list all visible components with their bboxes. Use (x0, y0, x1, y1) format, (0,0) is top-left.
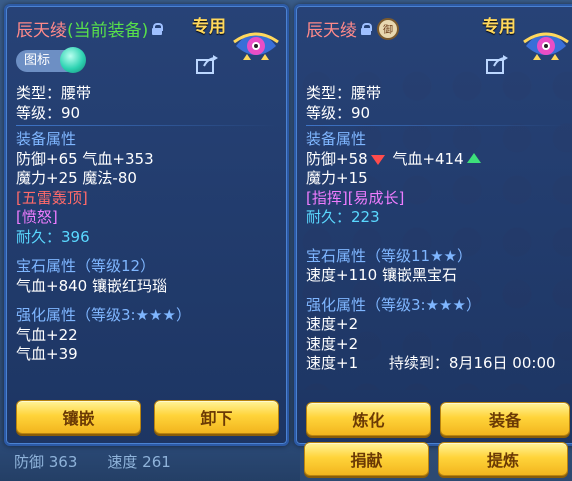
gem-line: 气血+840 镶嵌红玛瑙 (16, 276, 167, 295)
seal-icon: 御 (377, 17, 399, 40)
refine-button[interactable]: 炼化 (306, 402, 431, 436)
icon-toggle-label: 图标 (24, 53, 51, 68)
divider (306, 125, 567, 126)
item-details: 类型：腰带 等级：90 装备属性 防御+58 气血+414 魔力+15 [指挥]… (306, 84, 567, 374)
special-effect: [愤怒] (16, 208, 58, 226)
special-skill: [五雷轰顶] (16, 188, 88, 207)
attr-line-2: 魔力+15 (306, 169, 368, 187)
divider (16, 125, 277, 126)
inlay-button[interactable]: 镶嵌 (16, 400, 141, 434)
item-title: 辰天绫 (当前装备) (16, 16, 164, 41)
bg-stat-left: 防御 363 (14, 452, 78, 471)
special-effect: [指挥][易成长] (306, 188, 405, 207)
special-tag: 专用 (482, 17, 516, 37)
mascot-icon (523, 32, 569, 60)
enhance-title: 强化属性（等级3:★★★） (306, 295, 481, 314)
gem-title: 宝石属性（等级11★★） (306, 246, 472, 265)
durability: 耐久：396 (16, 227, 90, 246)
enhance-line-2: 气血+39 (16, 345, 78, 363)
extract-button[interactable]: 提炼 (438, 442, 568, 476)
lock-icon (152, 22, 164, 35)
defense-value: 防御+58 (306, 149, 368, 168)
attr-title: 装备属性 (306, 130, 367, 148)
enhance-duration: 持续到：8月16日 00:00 (388, 354, 556, 372)
share-icon[interactable] (486, 54, 510, 74)
gem-line: 速度+110 镶嵌黑宝石 (306, 266, 457, 284)
enhance-line-1: 气血+22 (16, 325, 78, 344)
enhance-line-1: 速度+2 (306, 315, 359, 333)
gem-title: 宝石属性（等级12） (16, 257, 156, 275)
icon-toggle[interactable]: 图标 (16, 47, 87, 73)
unequip-button[interactable]: 卸下 (154, 400, 279, 434)
lock-icon (361, 22, 372, 35)
enhance-title: 强化属性（等级3:★★★） (16, 306, 191, 324)
background-stat-bar: 防御 363 速度 261 (0, 441, 300, 481)
equipped-item-panel: 辰天绫 (当前装备) 专用 图标 类型：腰带 等级：90 装备属性 防御+65 … (4, 4, 289, 446)
attr-line-1: 防御+58 气血+414 (306, 150, 567, 170)
item-details: 类型：腰带 等级：90 装备属性 防御+65 气血+353 魔力+25 魔法-8… (16, 84, 277, 365)
donate-button[interactable]: 捐献 (304, 442, 429, 476)
item-type: 类型：腰带 (16, 84, 92, 102)
item-name: 辰天绫 (306, 21, 357, 41)
item-name: 辰天绫 (16, 21, 67, 41)
equip-button[interactable]: 装备 (440, 402, 570, 436)
compare-item-panel: 辰天绫 御 专用 类型：腰带 等级：90 装备属性 防御+58 气血+414 魔… (294, 4, 572, 446)
hp-value: 气血+414 (392, 149, 464, 168)
arrow-up-icon (466, 152, 481, 163)
item-title: 辰天绫 御 (306, 16, 399, 41)
enhance-line-3-value: 速度+1 (306, 354, 359, 372)
enhance-line-3: 速度+1 持续到：8月16日 00:00 (306, 354, 567, 374)
arrow-down-icon (370, 154, 385, 165)
enhance-line-2: 速度+2 (306, 334, 359, 353)
share-icon[interactable] (196, 54, 220, 74)
mascot-icon (233, 32, 279, 60)
special-tag: 专用 (192, 17, 226, 37)
item-level: 等级：90 (306, 103, 371, 122)
attr-title: 装备属性 (16, 130, 77, 148)
attr-line-2: 魔力+25 魔法-80 (16, 169, 137, 187)
attr-line-1: 防御+65 气血+353 (16, 149, 154, 168)
orb-icon (60, 47, 87, 73)
item-level: 等级：90 (16, 103, 81, 122)
equipped-label: (当前装备) (67, 21, 149, 41)
bg-stat-right: 速度 261 (107, 452, 171, 471)
durability: 耐久：223 (306, 208, 380, 226)
item-type: 类型：腰带 (306, 84, 382, 102)
